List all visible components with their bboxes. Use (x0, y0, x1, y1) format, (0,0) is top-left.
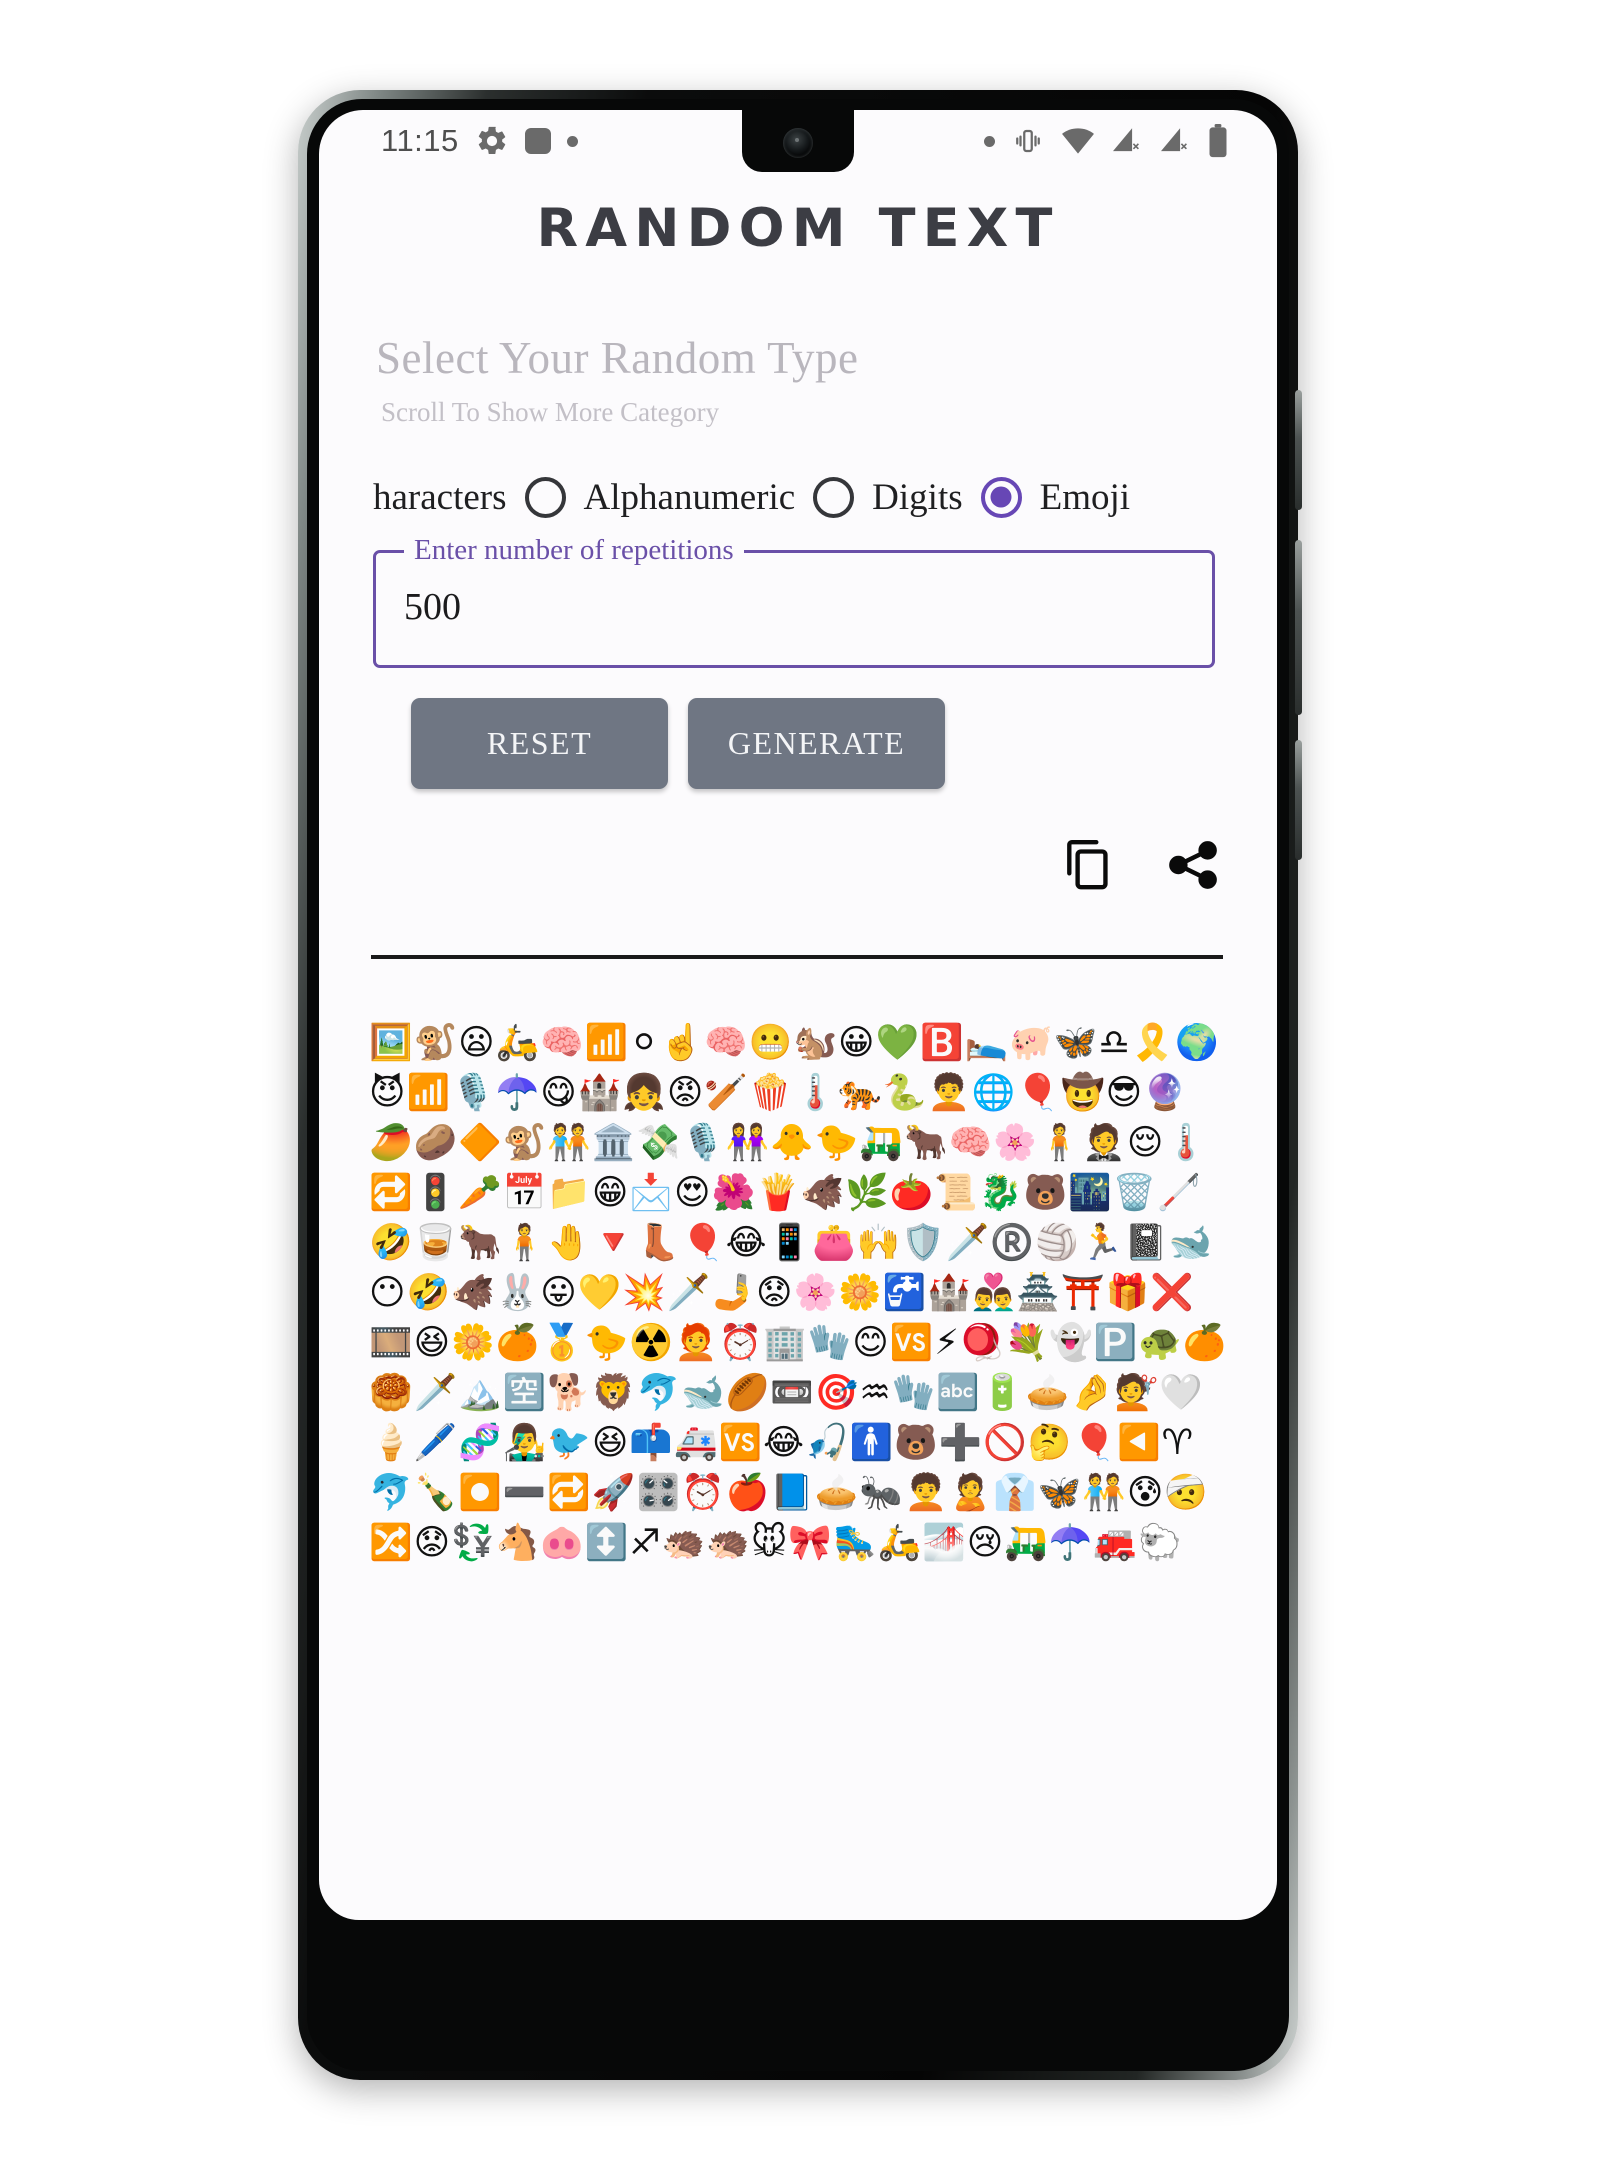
vibrate-icon (1011, 126, 1045, 156)
dot-icon (566, 135, 578, 147)
radio-circle-emoji[interactable] (980, 476, 1022, 518)
volume-button[interactable] (1295, 390, 1302, 510)
radio-label-alphanumeric: Alphanumeric (583, 476, 796, 518)
radio-option-alphanumeric[interactable]: Alphanumeric (507, 476, 796, 519)
copy-icon[interactable] (1063, 838, 1113, 897)
radio-label-emoji: Emoji (1039, 476, 1131, 518)
signal-no-sim-icon (1111, 127, 1143, 155)
status-clock: 11:15 (381, 123, 459, 158)
repetitions-input-container[interactable]: Enter number of repetitions 500 (373, 534, 1215, 668)
square-icon (524, 128, 551, 154)
radio-circle-alphanumeric[interactable] (524, 476, 566, 518)
random-type-radio-group[interactable]: haracters Alphanumeric Digits Emoji (319, 455, 1277, 539)
radio-label-digits: Digits (872, 476, 963, 518)
assistant-button[interactable] (1295, 740, 1302, 860)
page-title: RANDOM TEXT (536, 198, 1060, 259)
radio-label-characters: haracters (373, 476, 507, 518)
radio-option-digits[interactable]: Digits (795, 476, 963, 519)
result-action-row (1063, 838, 1221, 897)
signal-no-sim-icon-2 (1159, 127, 1191, 155)
status-bar-left: 11:15 (381, 123, 578, 159)
gear-icon (475, 124, 509, 158)
repetitions-field-label: Enter number of repetitions (404, 534, 744, 567)
status-bar: 11:15 (319, 110, 1277, 172)
radio-option-characters[interactable]: haracters (373, 476, 507, 519)
radio-option-emoji[interactable]: Emoji (963, 476, 1130, 519)
status-bar-right (984, 124, 1229, 158)
section-heading: Select Your Random Type (376, 333, 859, 383)
reset-button[interactable]: RESET (411, 698, 668, 789)
power-button[interactable] (1295, 540, 1302, 715)
share-icon[interactable] (1165, 838, 1221, 897)
battery-icon (1207, 124, 1229, 158)
repetitions-input[interactable]: 500 (404, 585, 461, 629)
action-button-row: RESET GENERATE (411, 698, 945, 789)
generate-button[interactable]: GENERATE (688, 698, 945, 789)
section-subheading: Scroll To Show More Category (381, 397, 720, 427)
result-divider (371, 955, 1223, 959)
generated-result-text: 🖼️🐒😦🛵🧠📶⚪☝️🧠😬🐿️😀💚🅱️🛌🐖🦋♎🎗️🌍😈📶🎙️☂️😋🏰👧😡🏏🍿🌡️🐅… (369, 1023, 1228, 1563)
wifi-icon (1061, 127, 1095, 155)
phone-screen: 11:15 RANDOM TEXT Select Your Random Typ… (319, 110, 1277, 1920)
dot-icon-right (984, 135, 995, 147)
radio-circle-digits[interactable] (813, 476, 855, 518)
